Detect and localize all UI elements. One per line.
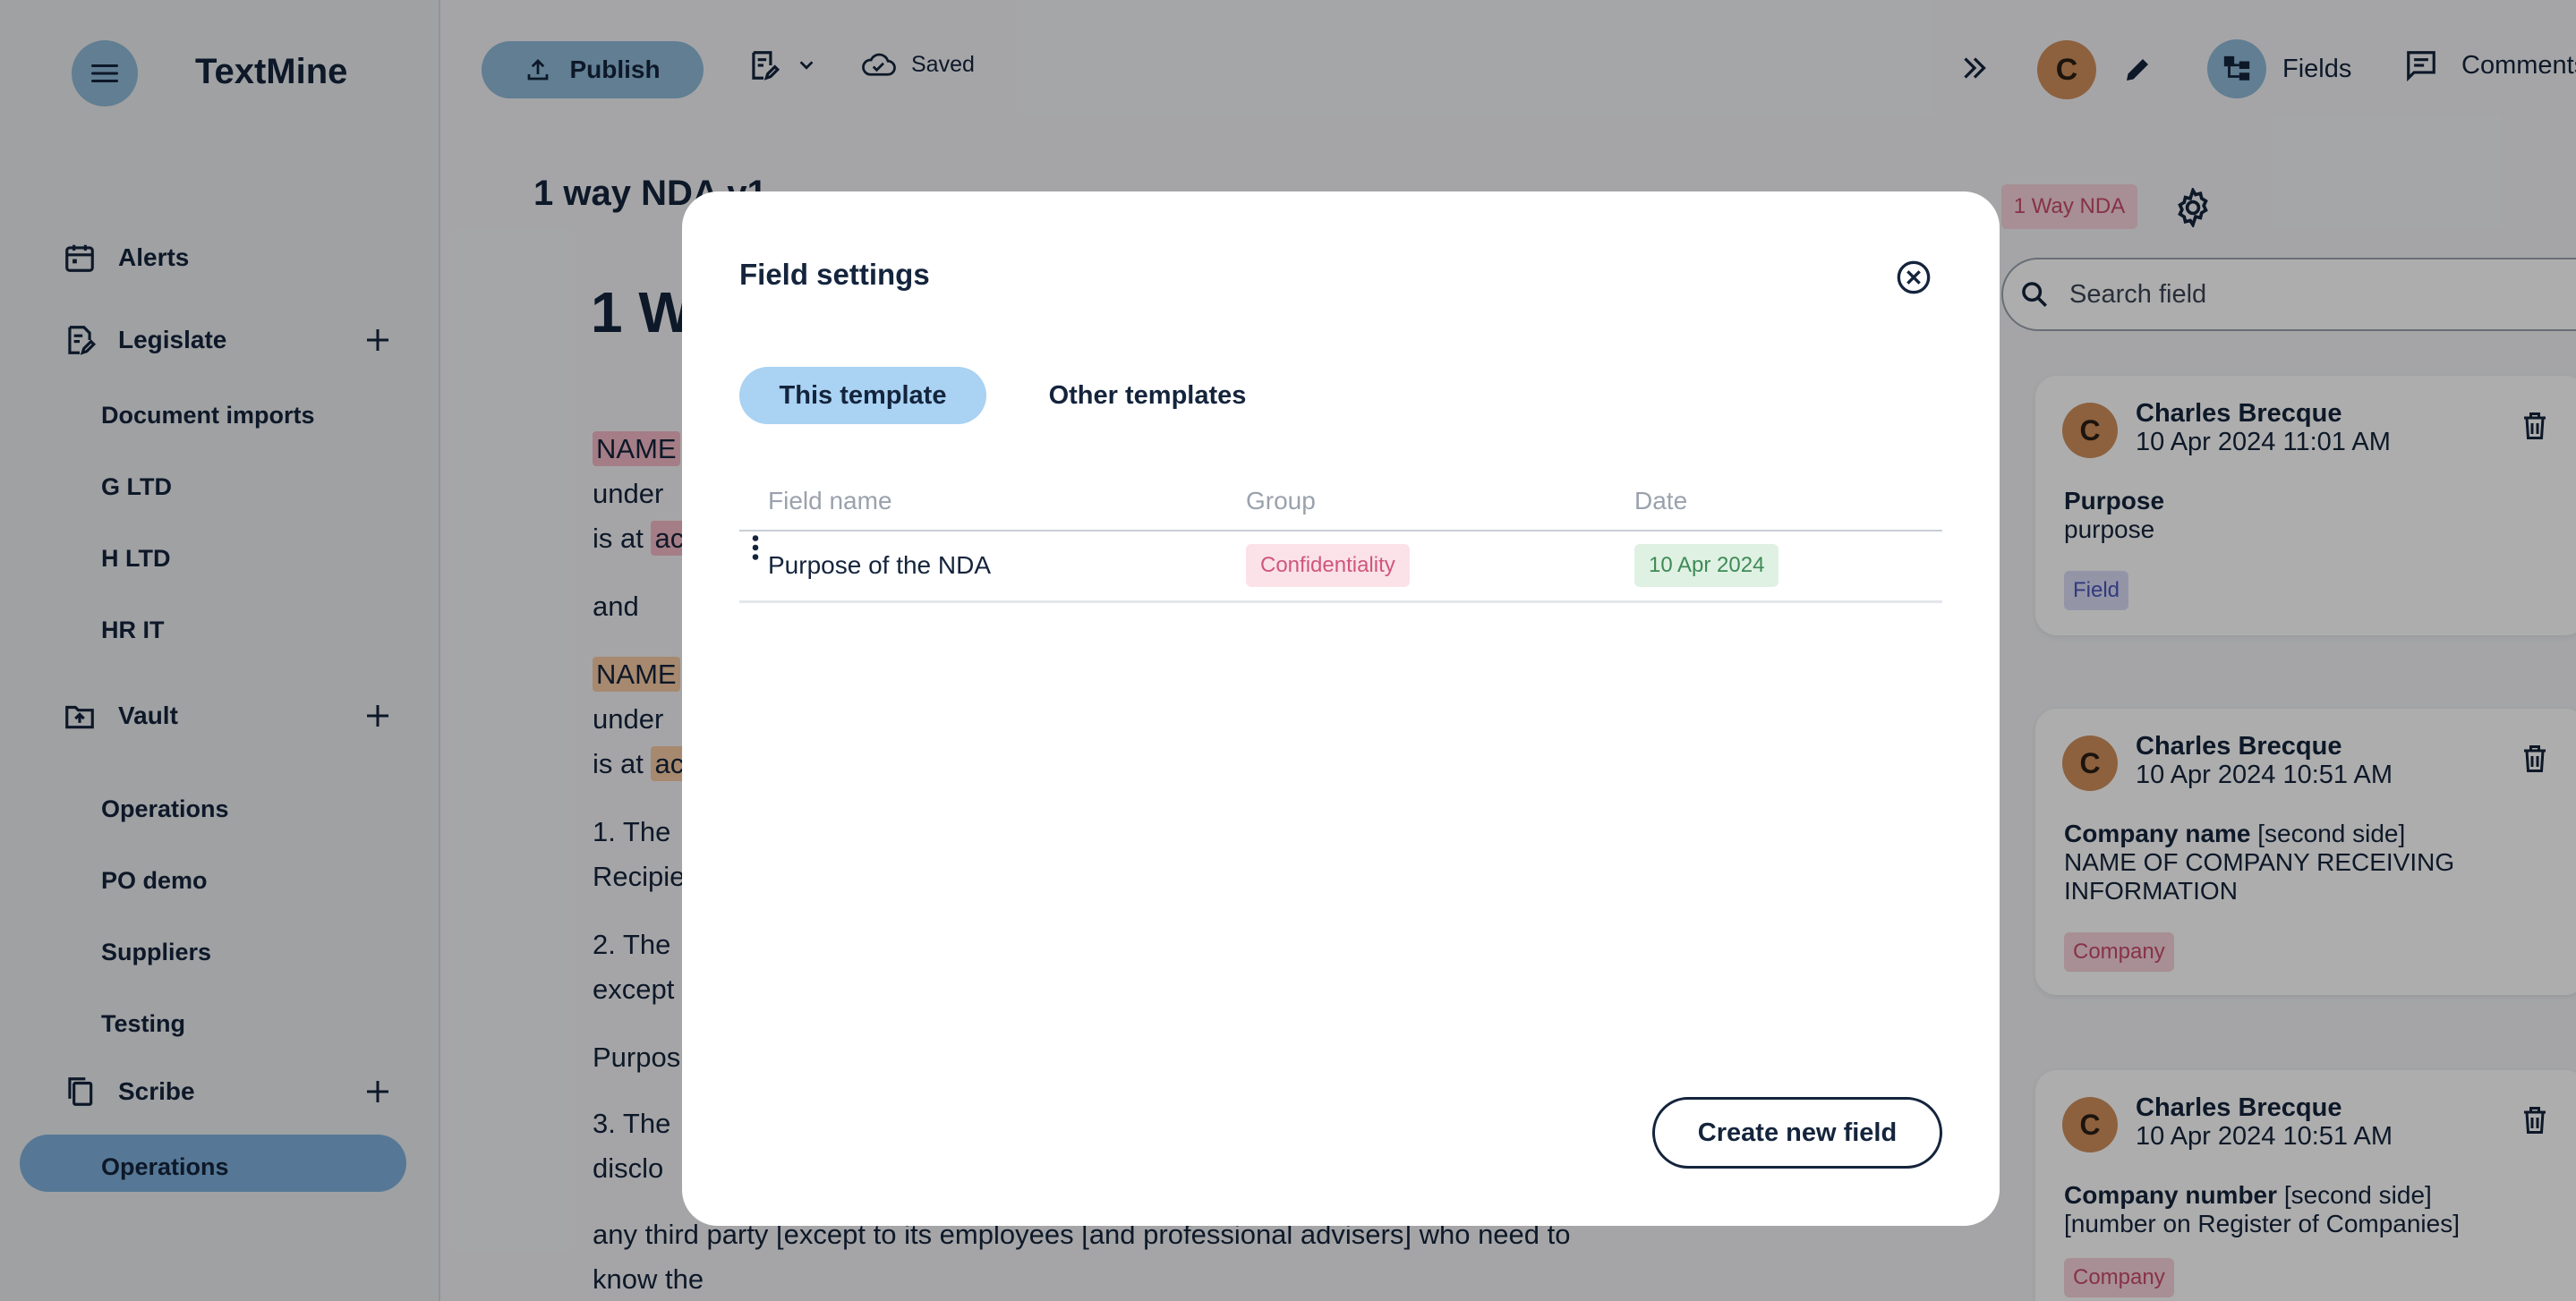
row-field-name: Purpose of the NDA (768, 551, 992, 579)
field-settings-modal: Field settings This template Other templ… (682, 191, 2000, 1226)
row-date-badge: 10 Apr 2024 (1634, 544, 1779, 587)
column-header-field-name[interactable]: Field name (768, 487, 892, 515)
more-options-icon[interactable] (739, 531, 772, 564)
column-header-group[interactable]: Group (1246, 487, 1316, 515)
table-header: Field name Group Date (739, 474, 1942, 531)
create-new-field-button[interactable]: Create new field (1652, 1097, 1942, 1169)
modal-title: Field settings (739, 258, 930, 291)
row-group-badge: Confidentiality (1246, 544, 1410, 587)
fields-table: Field name Group Date Purpose of the NDA… (739, 474, 1942, 603)
tab-this-template[interactable]: This template (739, 367, 986, 424)
column-header-date[interactable]: Date (1634, 487, 1687, 515)
table-row[interactable]: Purpose of the NDA Confidentiality 10 Ap… (739, 531, 1942, 603)
close-icon[interactable] (1896, 259, 1932, 295)
tab-other-templates[interactable]: Other templates (1024, 367, 1271, 424)
